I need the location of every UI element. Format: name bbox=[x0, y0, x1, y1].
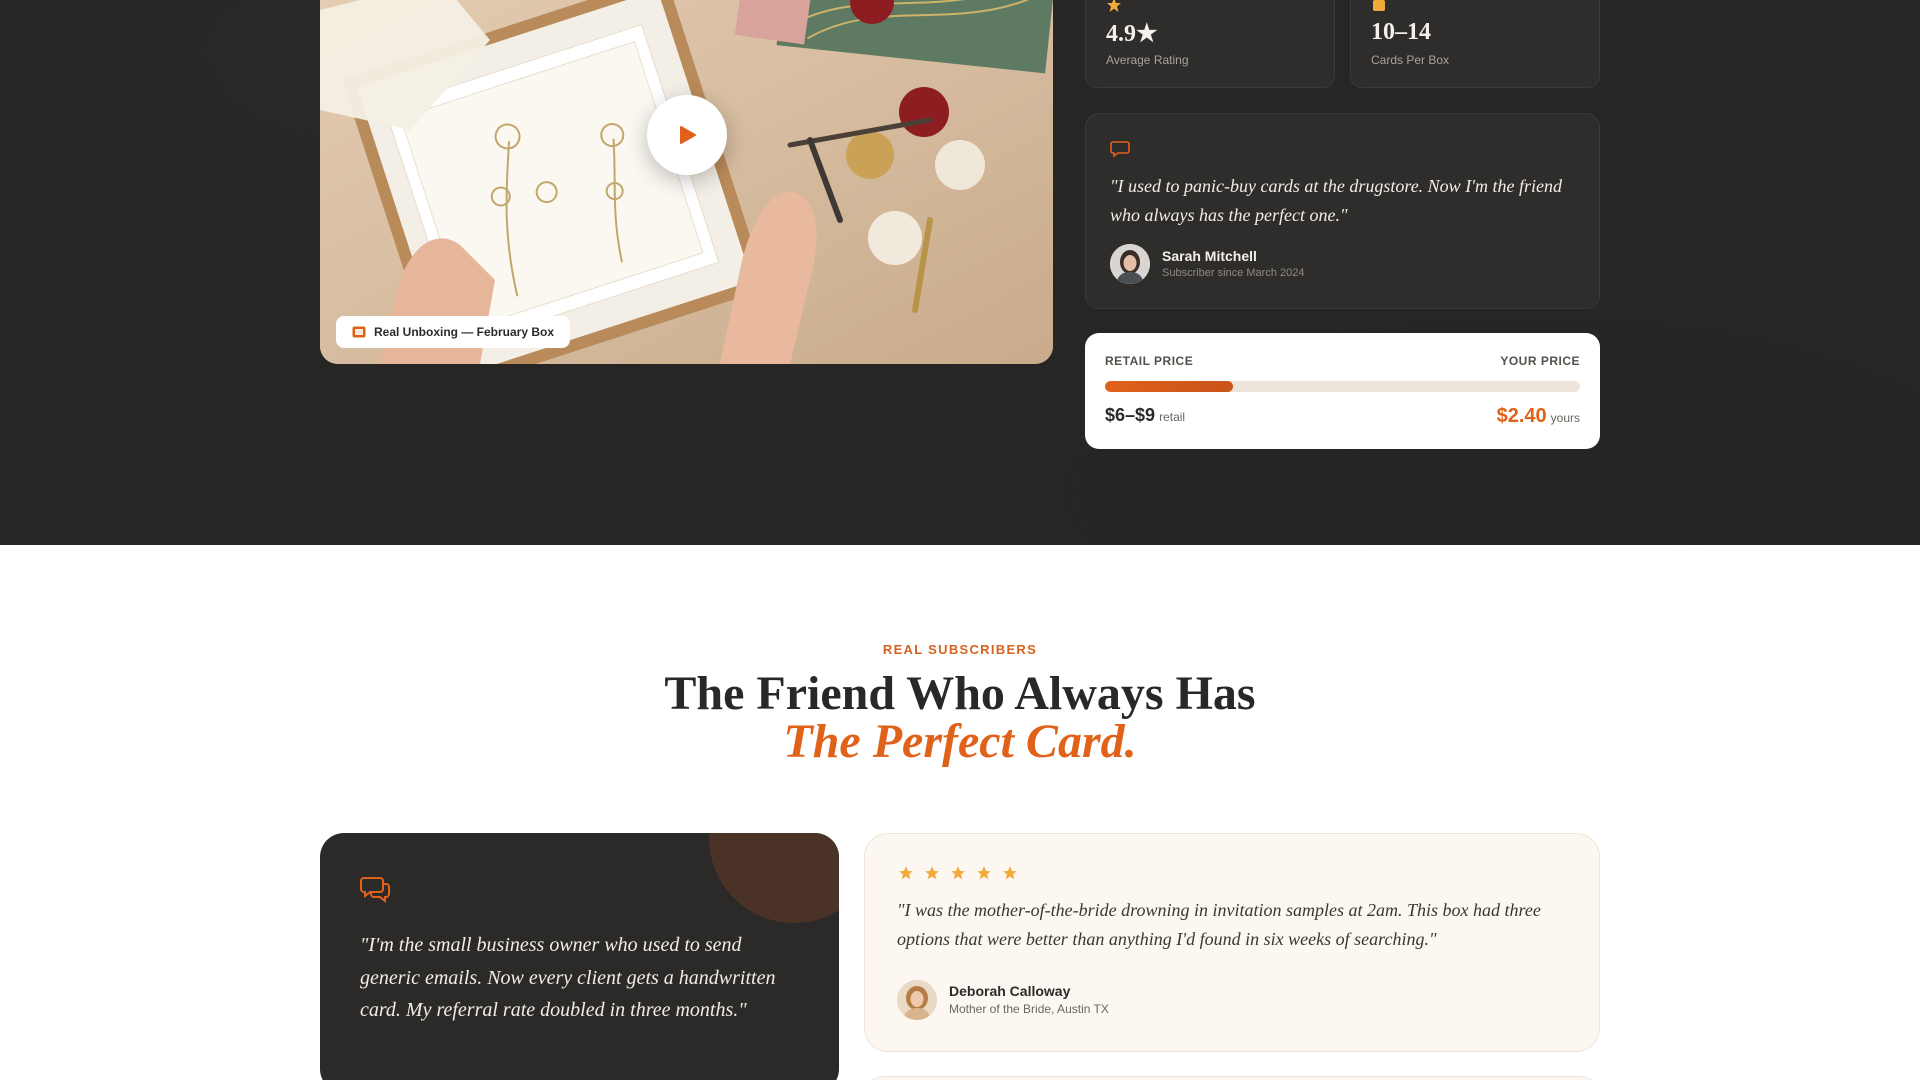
heading-line-1: The Friend Who Always Has bbox=[664, 667, 1256, 720]
your-price: $2.40 yours bbox=[1497, 405, 1580, 428]
reviewer-role: Mother of the Bride, Austin TX bbox=[949, 1002, 1109, 1016]
hero-section: Real Unboxing — February Box 4.9★ Averag… bbox=[0, 0, 1920, 545]
price-bar bbox=[1105, 381, 1580, 392]
your-price-label: YOUR PRICE bbox=[1500, 354, 1580, 368]
testimonial-card: "I was the mother-of-the-bride drowning … bbox=[864, 833, 1600, 1052]
reviewer-name: Sarah Mitchell bbox=[1162, 248, 1257, 264]
stat-card-rating: 4.9★ Average Rating bbox=[1085, 0, 1335, 88]
video-badge-label: Real Unboxing — February Box bbox=[374, 325, 555, 339]
your-price-value: $2.40 bbox=[1496, 405, 1547, 427]
star-rating bbox=[897, 864, 1019, 882]
film-icon bbox=[352, 326, 366, 338]
speech-bubble-icon bbox=[1110, 141, 1130, 158]
star-icon bbox=[951, 866, 965, 880]
video-badge: Real Unboxing — February Box bbox=[336, 316, 571, 348]
retail-price-label: RETAIL PRICE bbox=[1105, 354, 1194, 368]
chat-bubbles-icon bbox=[360, 877, 390, 903]
box-icon bbox=[1373, 0, 1385, 11]
price-comparison-card: RETAIL PRICE YOUR PRICE $6–$9 retail $2.4… bbox=[1085, 333, 1600, 449]
section-eyebrow: REAL SUBSCRIBERS bbox=[882, 642, 1038, 657]
play-icon bbox=[680, 126, 696, 144]
hero-quote-text: "I used to panic-buy cards at the drugst… bbox=[1110, 176, 1563, 225]
stat-label: Average Rating bbox=[1106, 53, 1189, 67]
stat-value: 10–14 bbox=[1371, 19, 1431, 45]
stat-card-cards: 10–14 Cards Per Box bbox=[1350, 0, 1600, 88]
star-icon bbox=[899, 866, 913, 880]
retail-price: $6–$9 retail bbox=[1105, 405, 1185, 426]
testimonial-text: "I was the mother-of-the-bride drowning … bbox=[897, 900, 1541, 949]
retail-price-value: $6–$9 bbox=[1105, 405, 1156, 425]
star-icon bbox=[1003, 866, 1017, 880]
featured-testimonial-card: "I'm the small business owner who used t… bbox=[320, 833, 839, 1080]
stat-value: 4.9★ bbox=[1106, 21, 1158, 47]
hero-quote-card: "I used to panic-buy cards at the drugst… bbox=[1085, 113, 1600, 309]
your-price-suffix: yours bbox=[1550, 411, 1580, 425]
featured-quote-text: "I'm the small business owner who used t… bbox=[360, 934, 776, 1021]
reviewer-name: Deborah Calloway bbox=[949, 983, 1071, 999]
avatar bbox=[897, 980, 937, 1020]
unboxing-photo bbox=[320, 0, 1053, 364]
unboxing-video[interactable]: Real Unboxing — February Box bbox=[320, 0, 1053, 364]
reviewer-since: Subscriber since March 2024 bbox=[1162, 267, 1305, 279]
decorative-circle bbox=[709, 833, 839, 923]
section-heading: The Friend Who Always Has The Perfect Ca… bbox=[0, 670, 1920, 766]
star-icon bbox=[925, 866, 939, 880]
play-button[interactable] bbox=[647, 95, 727, 175]
price-bar-fill bbox=[1105, 381, 1234, 392]
testimonial-card-next bbox=[864, 1076, 1600, 1080]
star-icon bbox=[977, 866, 991, 880]
stat-label: Cards Per Box bbox=[1371, 53, 1450, 67]
star-icon bbox=[1107, 0, 1121, 12]
heading-line-2: The Perfect Card. bbox=[783, 715, 1137, 768]
avatar bbox=[1110, 244, 1150, 284]
retail-price-suffix: retail bbox=[1159, 410, 1186, 424]
